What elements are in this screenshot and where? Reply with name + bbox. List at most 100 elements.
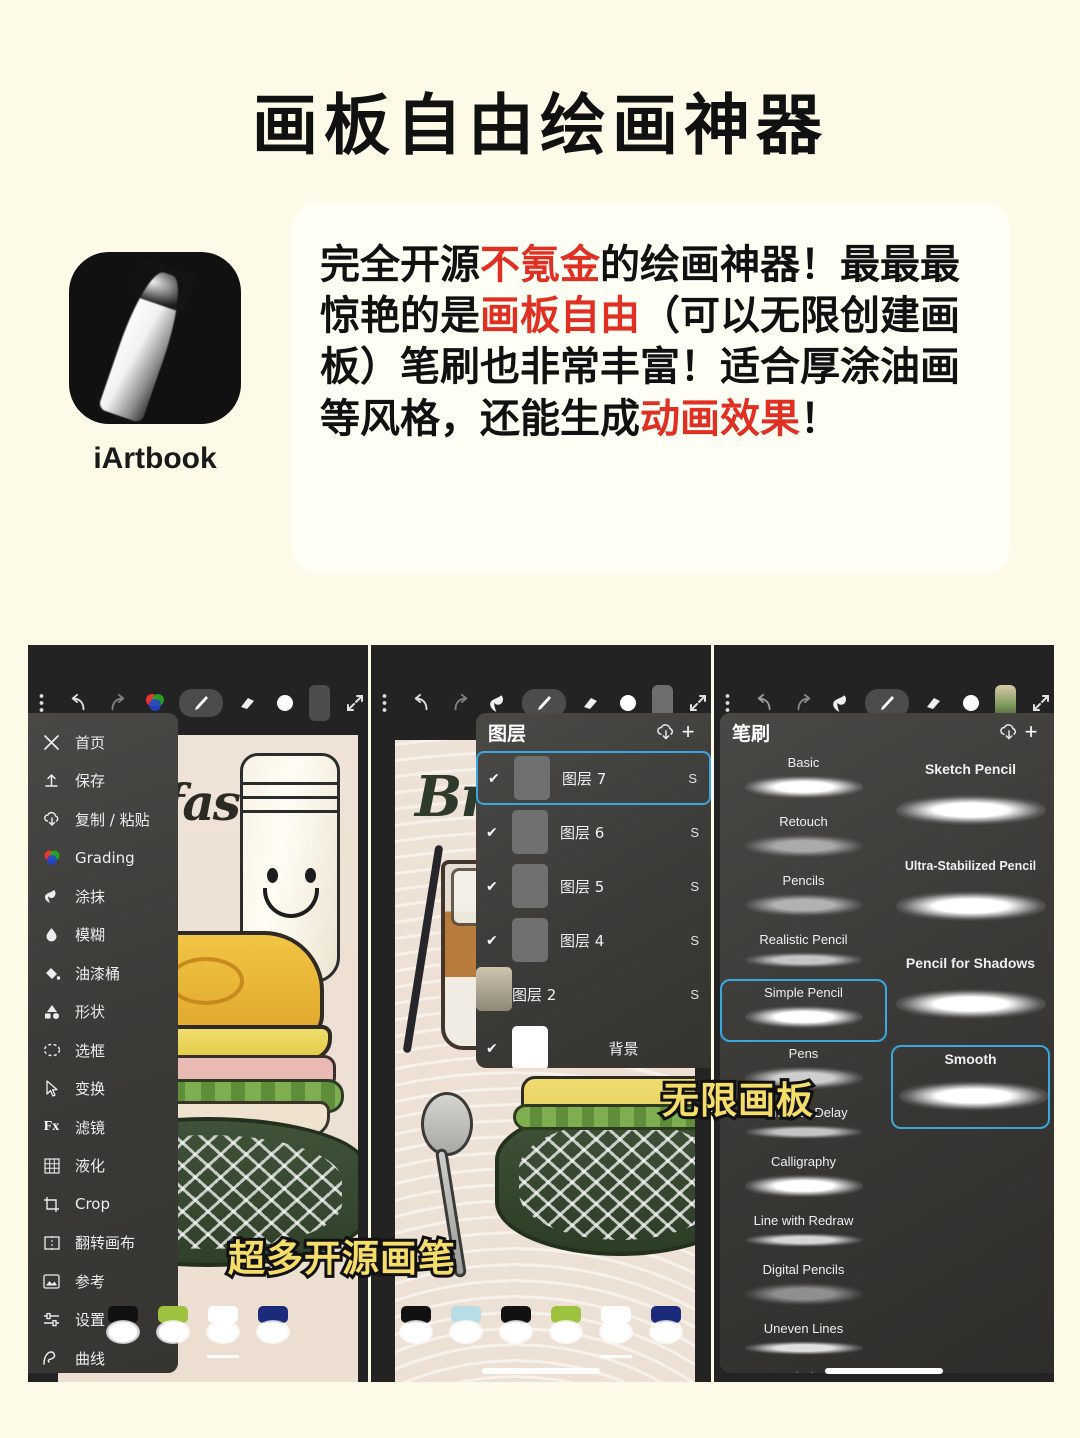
brush-label: Pens — [788, 1046, 819, 1061]
layer-visibility-checkmark[interactable]: ✔ — [486, 932, 500, 949]
layer-row[interactable]: ✔ 图层 5 S — [476, 859, 711, 913]
brush-item[interactable]: Ultra-Stabilized Pencil — [887, 855, 1054, 951]
brush-columns: Basic Retouch Pencils Realistic Pencil S… — [720, 751, 1054, 1373]
layer-thumbnail — [476, 967, 512, 1011]
color-palette-2 — [371, 1298, 711, 1358]
brush-item-selected[interactable]: Smooth — [891, 1045, 1050, 1129]
palette-swatch[interactable] — [204, 1306, 242, 1358]
upload-icon — [42, 771, 61, 790]
brush-item[interactable]: Digital Pencils — [720, 1258, 887, 1317]
menu-label: 模糊 — [75, 926, 106, 945]
brush-panel: 笔刷 + Basic Retouch Pencils Realistic Pen… — [720, 713, 1054, 1373]
brush-label: Line with Redraw — [753, 1213, 854, 1228]
layer-row[interactable]: ✔ 图层 6 S — [476, 805, 711, 859]
droplet-icon — [42, 925, 61, 944]
menu-item-paint-bucket[interactable]: 油漆桶 — [28, 954, 178, 993]
menu-item-shapes[interactable]: 形状 — [28, 993, 178, 1032]
color-swatch[interactable] — [309, 685, 331, 721]
brush-item[interactable]: Calligraphy — [720, 1150, 887, 1209]
layer-name: 背景 — [608, 1039, 639, 1058]
brush-item[interactable]: Basic — [720, 751, 887, 810]
menu-item-blur[interactable]: 模糊 — [28, 916, 178, 955]
brush-item[interactable]: Sketch Pencil — [887, 757, 1054, 855]
layer-visibility-checkmark[interactable]: ✔ — [488, 770, 502, 787]
brush-item[interactable]: Line with Redraw — [720, 1209, 887, 1258]
palette-swatch[interactable] — [397, 1306, 435, 1352]
palette-swatch[interactable] — [154, 1306, 192, 1352]
menu-label: 滤镜 — [75, 1118, 106, 1137]
brush-item[interactable]: Pencil for Shadows — [887, 951, 1054, 1045]
layer-name: 图层 2 — [512, 985, 557, 1004]
menu-label: 保存 — [75, 772, 106, 791]
layer-blend-mode[interactable]: S — [688, 771, 701, 786]
menu-item-smudge[interactable]: 涂抹 — [28, 877, 178, 916]
palette-swatch[interactable] — [447, 1306, 485, 1352]
brush-label: Basic — [787, 755, 820, 770]
brush-item[interactable]: Retouch — [720, 810, 887, 869]
menu-item-home[interactable]: 首页 — [28, 723, 178, 762]
layer-thumbnail — [512, 918, 548, 962]
brush-size-icon[interactable] — [272, 689, 299, 717]
brush-icon[interactable] — [178, 689, 223, 717]
flip-canvas-icon — [42, 1233, 61, 1252]
eraser-icon[interactable] — [234, 689, 261, 717]
layer-visibility-checkmark[interactable]: ✔ — [486, 878, 500, 895]
brush-item[interactable]: Pencils — [720, 869, 887, 928]
menu-label: Crop — [75, 1195, 111, 1214]
palette-swatch[interactable] — [254, 1306, 292, 1352]
desc-highlight-3: 动 — [640, 395, 680, 442]
menu-item-liquify[interactable]: 液化 — [28, 1147, 178, 1186]
brush-panel-header: 笔刷 + — [720, 713, 1054, 751]
layer-name: 图层 5 — [560, 877, 605, 896]
brush-item[interactable]: Realistic Pencil — [720, 928, 887, 979]
app-name: iArtbook — [93, 442, 217, 475]
layer-blend-mode[interactable]: S — [690, 933, 703, 948]
layer-row[interactable]: ✔ 图层 4 S — [476, 913, 711, 967]
brush-column-left: Basic Retouch Pencils Realistic Pencil S… — [720, 751, 887, 1373]
home-indicator — [825, 1368, 943, 1374]
layer-row[interactable]: ✔ 图层 2 S — [476, 967, 711, 1021]
layer-visibility-checkmark[interactable]: ✔ — [486, 1040, 500, 1057]
desc-highlight-1: 不氪金 — [480, 242, 600, 288]
layer-row[interactable]: ✔ 背景 — [476, 1021, 711, 1068]
add-brush-icon[interactable]: + — [1020, 719, 1042, 744]
palette-swatch[interactable] — [647, 1306, 685, 1352]
menu-item-filters[interactable]: Fx 滤镜 — [28, 1108, 178, 1147]
undo-icon[interactable] — [409, 689, 436, 717]
cloud-download-icon[interactable] — [655, 721, 677, 743]
palette-swatch[interactable] — [547, 1306, 585, 1352]
menu-item-save[interactable]: 保存 — [28, 762, 178, 801]
menu-item-reference[interactable]: 参考 — [28, 1262, 178, 1301]
menu-item-flip-canvas[interactable]: 翻转画布 — [28, 1224, 178, 1263]
brush-preview — [895, 793, 1046, 827]
menu-item-marquee[interactable]: 选框 — [28, 1031, 178, 1070]
desc-seg-3: 是 — [440, 293, 480, 340]
brush-stroke-icon — [97, 266, 191, 424]
menu-item-crop[interactable]: Crop — [28, 1185, 178, 1224]
add-layer-icon[interactable]: + — [677, 719, 699, 744]
redo-icon[interactable] — [446, 689, 473, 717]
menu-label: 油漆桶 — [75, 964, 121, 983]
brush-item[interactable]: Uneven Lines — [720, 1317, 887, 1366]
brush-item-selected[interactable]: Simple Pencil — [720, 979, 887, 1042]
crop-icon — [42, 1195, 61, 1214]
menu-item-copy-paste[interactable]: 复制 / 粘贴 — [28, 800, 178, 839]
overflow-menu-icon[interactable] — [371, 689, 398, 717]
palette-swatch[interactable] — [104, 1306, 142, 1352]
smudge-icon — [42, 887, 61, 906]
menu-item-grading[interactable]: Grading — [28, 839, 178, 878]
menu-label: 选框 — [75, 1041, 106, 1060]
menu-item-transform[interactable]: 变换 — [28, 1070, 178, 1109]
menu-label: 复制 / 粘贴 — [75, 810, 150, 829]
palette-swatch[interactable] — [497, 1306, 535, 1352]
palette-swatch[interactable] — [597, 1306, 635, 1358]
app-badge: iArtbook — [62, 252, 248, 476]
layer-blend-mode[interactable]: S — [690, 879, 703, 894]
fullscreen-icon[interactable] — [341, 689, 368, 717]
layer-thumbnail — [512, 864, 548, 908]
layer-blend-mode[interactable]: S — [690, 987, 703, 1002]
layer-visibility-checkmark[interactable]: ✔ — [486, 824, 500, 841]
layer-row[interactable]: ✔ 图层 7 S — [476, 751, 711, 805]
cloud-download-icon[interactable] — [998, 721, 1020, 743]
layer-blend-mode[interactable]: S — [690, 825, 703, 840]
